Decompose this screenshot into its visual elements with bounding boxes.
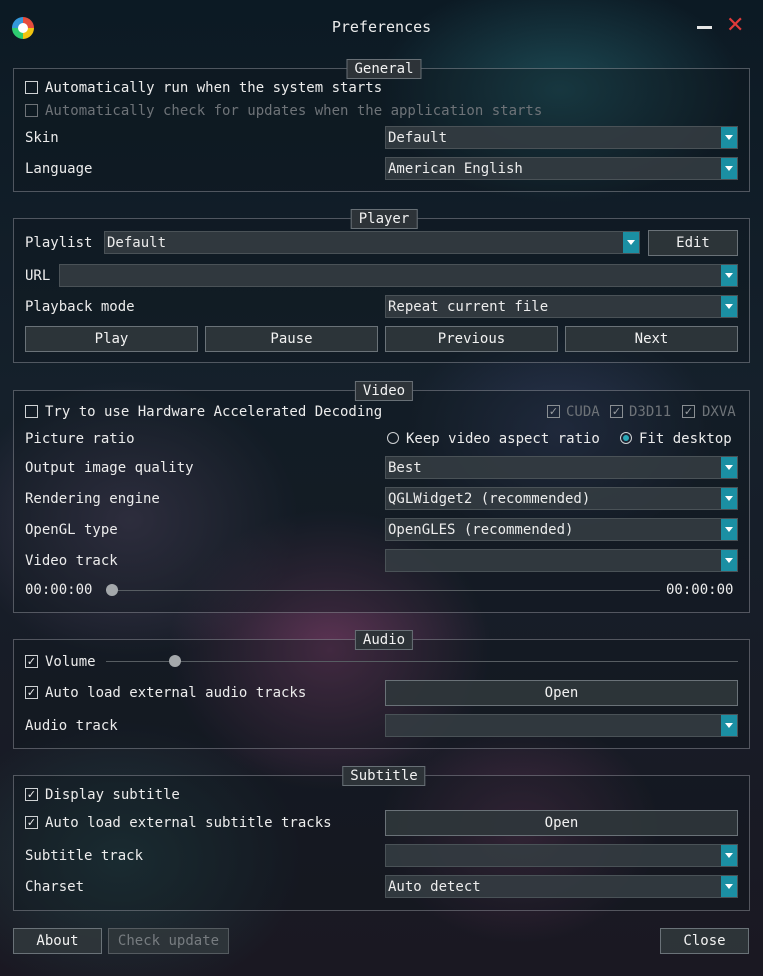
- keep-aspect-label: Keep video aspect ratio: [406, 431, 600, 447]
- open-subtitle-button[interactable]: Open: [385, 810, 738, 836]
- rendering-engine-select[interactable]: QGLWidget2 (recommended): [385, 487, 738, 510]
- hw-decoding-checkbox[interactable]: [25, 405, 38, 418]
- display-subtitle-checkbox[interactable]: ✓: [25, 788, 38, 801]
- fit-desktop-radio[interactable]: [620, 432, 632, 444]
- window-title: Preferences: [331, 18, 432, 36]
- dxva-checkbox: ✓: [682, 405, 695, 418]
- output-quality-label: Output image quality: [25, 460, 194, 476]
- cuda-checkbox: ✓: [547, 405, 560, 418]
- opengl-type-value: OpenGLES (recommended): [388, 522, 574, 538]
- position-current-time: 00:00:00: [25, 582, 93, 598]
- keep-aspect-radio[interactable]: [387, 432, 399, 444]
- next-button[interactable]: Next: [565, 326, 738, 352]
- charset-label: Charset: [25, 879, 85, 895]
- chevron-down-icon: [721, 457, 737, 478]
- chevron-down-icon: [721, 876, 737, 897]
- autorun-checkbox[interactable]: [25, 81, 38, 94]
- about-button[interactable]: About: [13, 928, 102, 954]
- skin-select[interactable]: Default: [385, 126, 738, 149]
- chevron-down-icon: [721, 845, 737, 866]
- video-track-label: Video track: [25, 553, 118, 569]
- video-group-title: Video: [354, 381, 414, 401]
- minimize-icon[interactable]: [697, 26, 712, 29]
- playback-mode-label: Playback mode: [25, 299, 135, 315]
- subtitle-track-select[interactable]: [385, 844, 738, 867]
- charset-select[interactable]: Auto detect: [385, 875, 738, 898]
- chevron-down-icon: [721, 127, 737, 148]
- output-quality-value: Best: [388, 460, 422, 476]
- display-subtitle-label: Display subtitle: [45, 787, 180, 803]
- output-quality-select[interactable]: Best: [385, 456, 738, 479]
- playback-mode-value: Repeat current file: [388, 299, 549, 315]
- check-updates-label: Automatically check for updates when the…: [45, 103, 543, 119]
- pause-button[interactable]: Pause: [205, 326, 378, 352]
- auto-load-audio-checkbox[interactable]: ✓: [25, 686, 38, 699]
- rendering-engine-label: Rendering engine: [25, 491, 160, 507]
- position-slider-track[interactable]: [106, 590, 660, 591]
- chevron-down-icon: [721, 519, 737, 540]
- language-select[interactable]: American English: [385, 157, 738, 180]
- playback-mode-select[interactable]: Repeat current file: [385, 295, 738, 318]
- volume-slider-track[interactable]: [106, 661, 738, 662]
- subtitle-group-title: Subtitle: [342, 766, 426, 786]
- previous-button[interactable]: Previous: [385, 326, 558, 352]
- language-value: American English: [388, 161, 523, 177]
- audio-group-title: Audio: [354, 630, 414, 650]
- skin-label: Skin: [25, 130, 59, 146]
- playlist-select[interactable]: Default: [104, 231, 640, 254]
- d3d11-label: D3D11: [629, 404, 672, 420]
- open-audio-button[interactable]: Open: [385, 680, 738, 706]
- d3d11-checkbox: ✓: [610, 405, 623, 418]
- position-slider-handle[interactable]: [106, 584, 118, 596]
- chevron-down-icon: [721, 158, 737, 179]
- playlist-label: Playlist: [25, 235, 93, 251]
- audio-track-select[interactable]: [385, 714, 738, 737]
- opengl-type-label: OpenGL type: [25, 522, 118, 538]
- audio-track-label: Audio track: [25, 718, 118, 734]
- auto-load-audio-label: Auto load external audio tracks: [45, 685, 307, 701]
- charset-value: Auto detect: [388, 879, 481, 895]
- check-update-button: Check update: [108, 928, 229, 954]
- picture-ratio-label: Picture ratio: [25, 431, 135, 447]
- dxva-label: DXVA: [702, 404, 736, 420]
- chevron-down-icon: [721, 488, 737, 509]
- rendering-engine-value: QGLWidget2 (recommended): [388, 491, 591, 507]
- close-icon[interactable]: ✕: [726, 14, 744, 38]
- chevron-down-icon: [721, 265, 737, 286]
- volume-checkbox[interactable]: ✓: [25, 655, 38, 668]
- url-label: URL: [25, 268, 51, 284]
- auto-load-subtitle-checkbox[interactable]: ✓: [25, 816, 38, 829]
- check-updates-checkbox: [25, 104, 38, 117]
- playlist-value: Default: [107, 235, 167, 251]
- player-group-title: Player: [350, 209, 418, 229]
- autorun-label: Automatically run when the system starts: [45, 80, 383, 96]
- chevron-down-icon: [623, 232, 639, 253]
- auto-load-subtitle-label: Auto load external subtitle tracks: [45, 815, 332, 831]
- url-input[interactable]: [59, 264, 738, 287]
- opengl-type-select[interactable]: OpenGLES (recommended): [385, 518, 738, 541]
- chevron-down-icon: [721, 715, 737, 736]
- play-button[interactable]: Play: [25, 326, 198, 352]
- chevron-down-icon: [721, 296, 737, 317]
- skin-value: Default: [388, 130, 448, 146]
- fit-desktop-label: Fit desktop: [639, 431, 732, 447]
- hw-decoding-label: Try to use Hardware Accelerated Decoding: [45, 404, 383, 420]
- cuda-label: CUDA: [566, 404, 600, 420]
- position-total-time: 00:00:00: [666, 582, 734, 598]
- language-label: Language: [25, 161, 93, 177]
- edit-playlist-button[interactable]: Edit: [648, 230, 738, 256]
- close-button[interactable]: Close: [660, 928, 749, 954]
- volume-label: Volume: [45, 654, 96, 670]
- general-group-title: General: [346, 59, 422, 79]
- chevron-down-icon: [721, 550, 737, 571]
- video-track-select[interactable]: [385, 549, 738, 572]
- subtitle-track-label: Subtitle track: [25, 848, 144, 864]
